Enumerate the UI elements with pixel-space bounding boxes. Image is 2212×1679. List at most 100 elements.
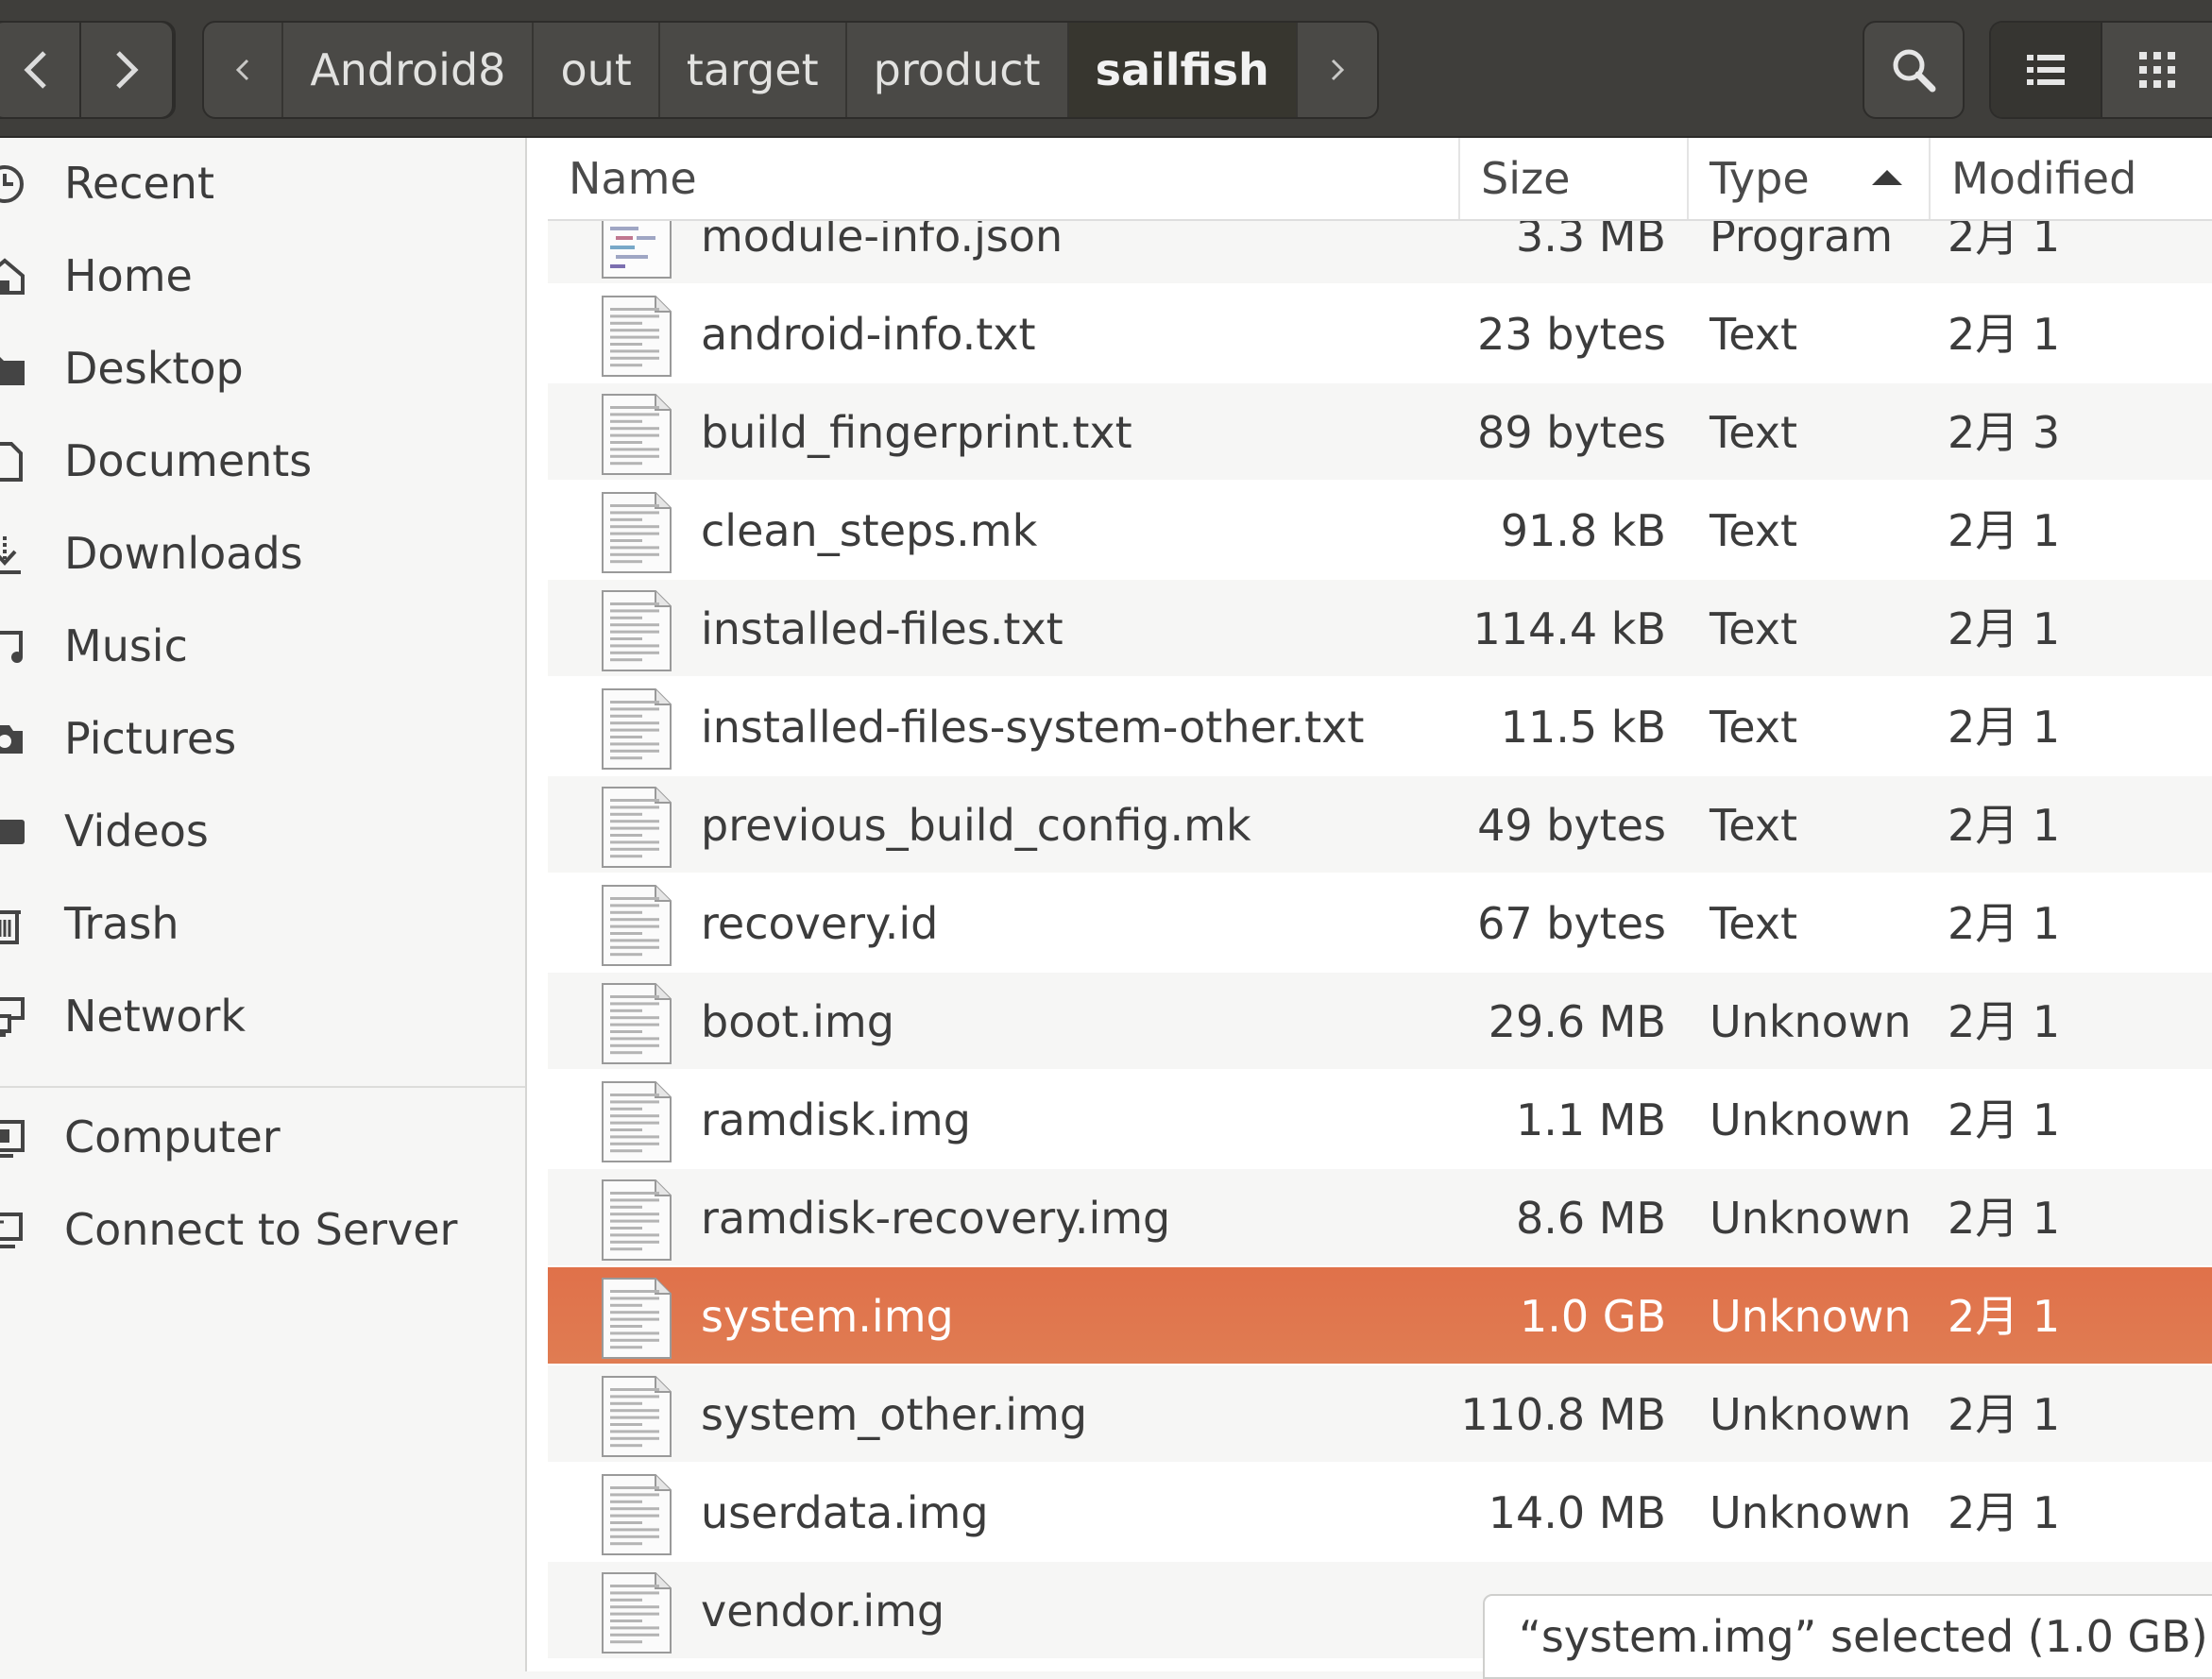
text-file-icon xyxy=(599,1179,672,1262)
text-file-icon xyxy=(599,786,672,869)
path-scroll-left-button[interactable] xyxy=(204,23,284,117)
column-size-header[interactable]: Size xyxy=(1460,138,1689,219)
sidebar-item-connect-to-server[interactable]: Connect to Server xyxy=(0,1184,525,1275)
sidebar-item-documents[interactable]: Documents xyxy=(0,416,525,506)
table-row[interactable]: android-info.txt 23 bytes Text 2月 1 xyxy=(548,285,2212,383)
text-file-icon xyxy=(599,982,672,1065)
list-view-button[interactable] xyxy=(1991,23,2102,117)
computer-icon xyxy=(0,1116,26,1160)
text-file-icon xyxy=(599,1375,672,1458)
file-modified: 2月 3 xyxy=(1948,407,2061,458)
path-crumb-target[interactable]: target xyxy=(660,23,847,117)
sidebar: Recent Home Desktop Documents Downloads Music… xyxy=(0,138,527,1671)
file-name: system.img xyxy=(701,1291,954,1342)
sidebar-item-pictures[interactable]: Pictures xyxy=(0,693,525,784)
column-header: Name Size Type Modified xyxy=(548,138,2212,221)
path-crumb-sailfish[interactable]: sailfish xyxy=(1068,23,1298,117)
sidebar-item-label: Computer xyxy=(64,1111,281,1162)
chevron-left-icon xyxy=(236,59,249,81)
table-row[interactable]: boot.img 29.6 MB Unknown 2月 1 xyxy=(548,973,2212,1071)
text-file-icon xyxy=(599,589,672,672)
column-name-header[interactable]: Name xyxy=(548,138,1460,219)
file-name: vendor.img xyxy=(701,1586,945,1637)
file-name: installed-files-system-other.txt xyxy=(701,702,1365,753)
sidebar-item-trash[interactable]: Trash xyxy=(0,878,525,969)
file-size: 1.0 GB xyxy=(1520,1291,1666,1342)
file-modified: 2月 1 xyxy=(1948,996,2061,1047)
sidebar-item-label: Connect to Server xyxy=(64,1204,458,1255)
file-modified: 2月 1 xyxy=(1948,309,2061,360)
file-modified: 2月 1 xyxy=(1948,702,2061,753)
file-name: installed-files.txt xyxy=(701,603,1063,654)
view-mode-group xyxy=(1989,21,2212,119)
path-crumb-product[interactable]: product xyxy=(847,23,1069,117)
sidebar-item-videos[interactable]: Videos xyxy=(0,786,525,876)
sidebar-item-computer[interactable]: Computer xyxy=(0,1092,525,1182)
table-row[interactable]: installed-files-system-other.txt 11.5 kB T… xyxy=(548,678,2212,776)
file-modified: 2月 1 xyxy=(1948,1291,2061,1342)
file-size: 8.6 MB xyxy=(1515,1193,1666,1244)
sidebar-item-label: Downloads xyxy=(64,528,303,579)
path-crumb-out[interactable]: out xyxy=(534,23,660,117)
file-name: recovery.id xyxy=(701,898,939,949)
table-row[interactable]: recovery.id 67 bytes Text 2月 1 xyxy=(548,874,2212,973)
file-modified: 2月 1 xyxy=(1948,1389,2061,1440)
table-row[interactable]: build_fingerprint.txt 89 bytes Text 2月 3 xyxy=(548,383,2212,482)
path-crumb-android8[interactable]: Android8 xyxy=(283,23,535,117)
music-icon xyxy=(0,625,26,669)
grid-view-button[interactable] xyxy=(2102,23,2212,117)
table-row[interactable]: installed-files.txt 114.4 kB Text 2月 1 xyxy=(548,580,2212,678)
file-type: Text xyxy=(1710,898,1798,949)
path-scroll-right-button[interactable] xyxy=(1298,23,1377,117)
table-row-selected[interactable]: system.img 1.0 GB Unknown 2月 1 xyxy=(548,1267,2212,1365)
file-name: ramdisk.img xyxy=(701,1094,971,1145)
table-row[interactable]: system_other.img 110.8 MB Unknown 2月 1 xyxy=(548,1365,2212,1464)
file-name: userdata.img xyxy=(701,1487,989,1538)
file-size: 110.8 MB xyxy=(1460,1389,1666,1440)
sidebar-item-recent[interactable]: Recent xyxy=(0,138,525,229)
column-type-header[interactable]: Type xyxy=(1689,138,1931,219)
back-button[interactable] xyxy=(0,21,81,119)
file-modified: 2月 1 xyxy=(1948,505,2061,556)
file-size: 23 bytes xyxy=(1477,309,1666,360)
file-size: 49 bytes xyxy=(1477,800,1666,851)
text-file-icon xyxy=(599,1571,672,1654)
forward-button[interactable] xyxy=(79,21,174,119)
header-bar: Android8 out target product sailfish xyxy=(0,0,2212,138)
file-type: Text xyxy=(1710,505,1798,556)
table-row[interactable]: userdata.img 14.0 MB Unknown 2月 1 xyxy=(548,1464,2212,1562)
sidebar-item-label: Pictures xyxy=(64,713,237,764)
table-row[interactable]: clean_steps.mk 91.8 kB Text 2月 1 xyxy=(548,482,2212,580)
text-file-icon xyxy=(599,491,672,574)
path-bar: Android8 out target product sailfish xyxy=(202,21,1379,119)
file-size: 91.8 kB xyxy=(1500,505,1666,556)
home-icon xyxy=(0,255,26,298)
file-size: 114.4 kB xyxy=(1472,603,1666,654)
table-row[interactable]: previous_build_config.mk 49 bytes Text 2月 1 xyxy=(548,776,2212,874)
sidebar-item-home[interactable]: Home xyxy=(0,230,525,321)
sidebar-item-network[interactable]: Network xyxy=(0,971,525,1061)
search-button[interactable] xyxy=(1863,21,1965,119)
file-type: Text xyxy=(1710,800,1798,851)
file-name: android-info.txt xyxy=(701,309,1036,360)
video-icon xyxy=(0,810,26,854)
file-type: Unknown xyxy=(1710,1291,1912,1342)
trash-icon xyxy=(0,903,26,946)
text-file-icon xyxy=(599,295,672,378)
file-name: clean_steps.mk xyxy=(701,505,1038,556)
chevron-left-icon xyxy=(24,51,46,89)
file-name: previous_build_config.mk xyxy=(701,800,1251,851)
sidebar-item-label: Home xyxy=(64,250,193,301)
file-name: build_fingerprint.txt xyxy=(701,407,1132,458)
file-type: Unknown xyxy=(1710,1193,1912,1244)
column-modified-header[interactable]: Modified xyxy=(1931,138,2212,219)
sidebar-item-label: Documents xyxy=(64,435,313,486)
sidebar-item-label: Recent xyxy=(64,158,214,209)
sidebar-item-downloads[interactable]: Downloads xyxy=(0,508,525,599)
file-modified: 2月 1 xyxy=(1948,603,2061,654)
sidebar-item-music[interactable]: Music xyxy=(0,601,525,691)
table-row[interactable]: ramdisk.img 1.1 MB Unknown 2月 1 xyxy=(548,1071,2212,1169)
sidebar-item-desktop[interactable]: Desktop xyxy=(0,323,525,414)
table-row[interactable]: ramdisk-recovery.img 8.6 MB Unknown 2月 1 xyxy=(548,1169,2212,1267)
file-name: ramdisk-recovery.img xyxy=(701,1193,1171,1244)
